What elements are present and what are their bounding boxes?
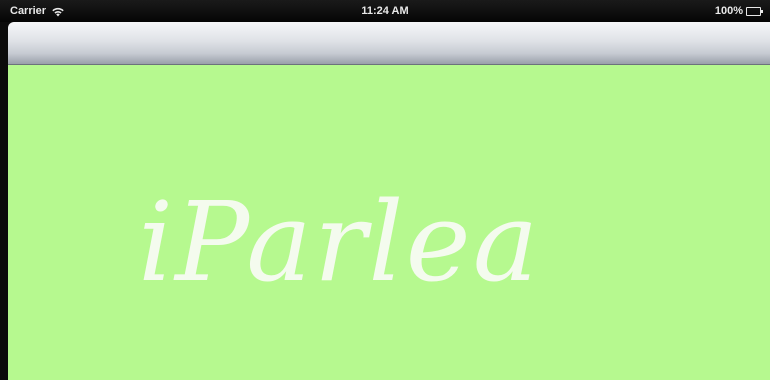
status-time: 11:24 AM <box>361 5 409 17</box>
app-logo-title: iParlea <box>138 178 541 306</box>
battery-group: 100% <box>715 5 764 17</box>
content-area: iParlea <box>8 65 770 380</box>
navigation-bar <box>8 22 770 65</box>
battery-percent: 100% <box>714 5 743 17</box>
battery-icon <box>746 6 764 16</box>
status-bar: Carrier 11:24 AM 100% <box>0 0 770 22</box>
ipad-screen: Carrier 11:24 AM 100% iParlea <box>0 0 770 380</box>
app-window: iParlea <box>8 22 770 380</box>
